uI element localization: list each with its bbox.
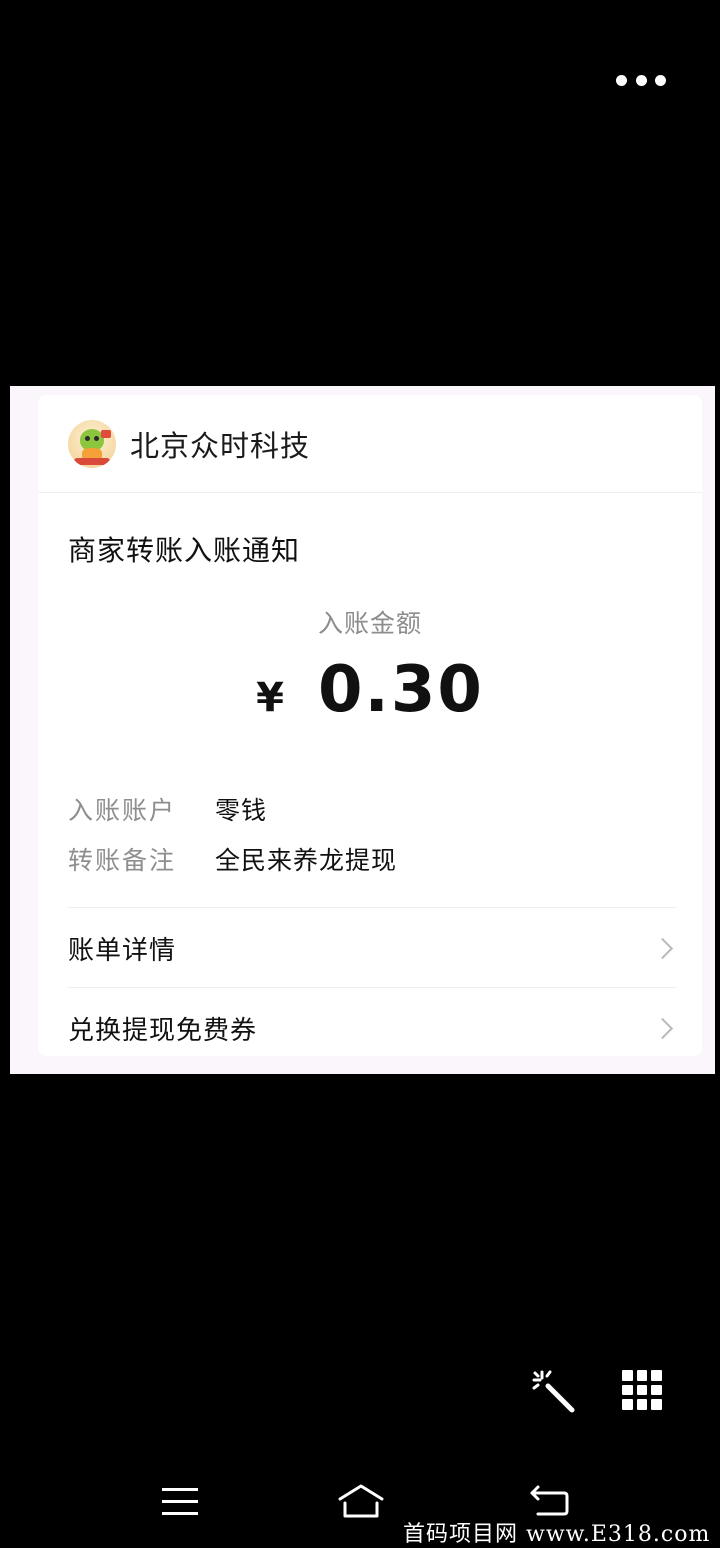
menu-button[interactable] <box>162 1486 198 1518</box>
grid-cell <box>636 1384 648 1396</box>
magic-wand-icon <box>532 1370 575 1413</box>
home-button[interactable] <box>336 1482 386 1520</box>
more-options-button[interactable] <box>616 68 666 92</box>
merchant-header[interactable]: 北京众时科技 <box>38 395 702 493</box>
detail-label: 入账账户 <box>68 796 177 825</box>
menu-icon-line <box>162 1500 198 1503</box>
merchant-name: 北京众时科技 <box>130 428 311 463</box>
detail-value: 零钱 <box>215 796 268 825</box>
dragon-base-shape <box>74 457 110 465</box>
amount-label: 入账金额 <box>317 609 422 638</box>
link-label: 账单详情 <box>68 935 177 966</box>
more-dot <box>616 74 627 86</box>
merchant-avatar-icon <box>68 419 116 468</box>
grid-cell <box>622 1399 633 1410</box>
back-icon <box>530 1485 569 1516</box>
redeem-coupon-link[interactable]: 兑换提现免费券 <box>68 987 676 1068</box>
magic-wand-button[interactable] <box>530 1368 578 1416</box>
notice-title: 商家转账入账通知 <box>68 534 301 567</box>
amount-value: 0.30 <box>317 653 484 727</box>
grid-cell <box>651 1370 662 1381</box>
grid-cell <box>636 1399 648 1410</box>
dragon-eye-shape <box>94 435 99 441</box>
detail-row-account: 入账账户 零钱 <box>68 791 267 827</box>
grid-cell <box>651 1399 662 1410</box>
dragon-eye-shape <box>85 435 90 441</box>
more-dot <box>655 74 666 86</box>
grid-cell <box>622 1384 633 1396</box>
more-dot <box>635 74 647 86</box>
home-icon <box>338 1484 384 1518</box>
watermark-text: 首码项目网 www.E318.com <box>403 1522 711 1547</box>
notification-screenshot: 北京众时科技 商家转账入账通知 入账金额 ¥ 0.30 入账账户 零钱 转账备注… <box>10 386 715 1074</box>
dragon-flag-shape <box>101 429 111 438</box>
detail-row-remark: 转账备注 全民来养龙提现 <box>68 841 397 877</box>
back-button[interactable] <box>528 1484 570 1520</box>
grid-cell <box>622 1370 633 1381</box>
detail-value: 全民来养龙提现 <box>215 846 398 875</box>
menu-icon-line <box>162 1488 198 1491</box>
grid-apps-button[interactable] <box>622 1370 662 1410</box>
bill-details-link[interactable]: 账单详情 <box>68 907 676 988</box>
detail-label: 转账备注 <box>68 846 177 875</box>
chevron-right-icon <box>651 937 674 959</box>
transfer-notice-card: 北京众时科技 商家转账入账通知 入账金额 ¥ 0.30 入账账户 零钱 转账备注… <box>38 395 702 1056</box>
link-label: 兑换提现免费券 <box>68 1015 258 1046</box>
grid-cell <box>651 1384 662 1396</box>
grid-cell <box>636 1370 648 1381</box>
menu-icon-line <box>162 1512 198 1515</box>
chevron-right-icon <box>651 1017 674 1039</box>
amount-display: ¥ 0.30 <box>38 653 702 727</box>
currency-symbol: ¥ <box>256 675 284 721</box>
